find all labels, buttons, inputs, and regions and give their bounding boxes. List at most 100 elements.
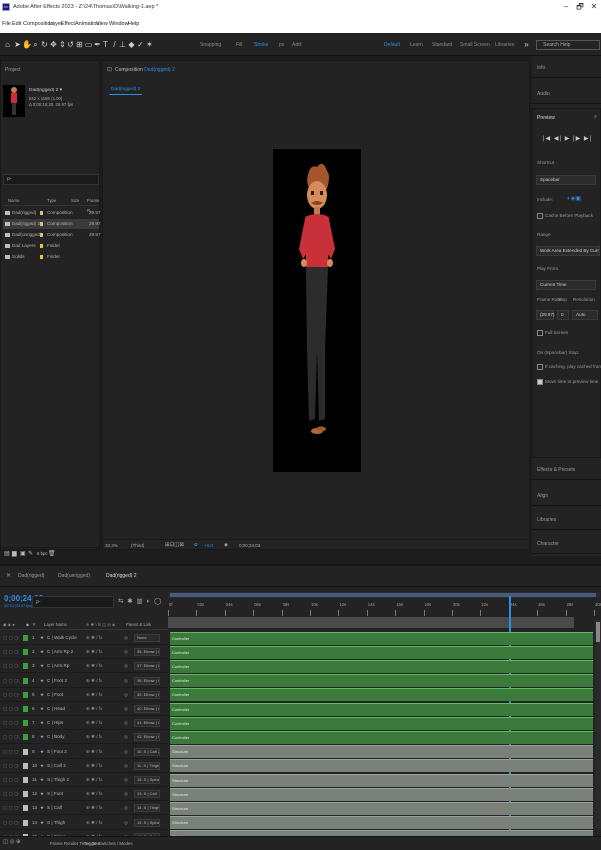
parent-dropdown[interactable]: 40. Elbow | C [134,705,160,713]
menu-effect[interactable]: Effect [61,21,75,27]
parent-dropdown[interactable]: 36. Elbow | C [134,648,160,657]
pick-whip-icon[interactable]: ◎ [124,745,128,759]
pick-whip-icon[interactable]: ◎ [124,730,128,744]
layer-name[interactable]: C | Foot 2 [47,674,85,688]
timeline-work-area-span[interactable] [168,617,574,628]
pick-whip-icon[interactable]: ◎ [124,801,128,815]
time-ruler[interactable]: 0f 02s 04s 06s 08s 10s 12s 14s 16s 18s 20s 22s 24s 26… [168,600,601,616]
parent-dropdown[interactable]: 39. Elbow | C [134,690,160,699]
layer-label-color[interactable] [23,649,28,656]
layer-row[interactable]: ▢ ▢ ▢ › 9 ★ S | Foot 2 ⊕ ✱ / fx ◎ 10. S | Calf … [0,745,168,759]
menu-file[interactable]: File [2,21,11,27]
layer-row[interactable]: ▢ ▢ ▢ › 7 ★ C | Hips ⊕ ✱ / fx ◎ 41. Elbow | C [0,716,168,731]
layer-name[interactable]: C | Body [47,730,85,744]
layer-label-color[interactable] [23,819,28,826]
layer-name[interactable]: C | Hips [47,716,85,730]
layer-name[interactable]: C | Arm Rp 2 [47,645,85,659]
layer-duration-bar[interactable]: Structure [170,759,593,773]
delete-icon[interactable]: 🗑 [48,550,56,557]
layer-row[interactable]: ▢ ▢ ▢ › 5 ★ C | Foot ⊕ ✱ / fx ◎ 39. Elbow | C [0,688,168,702]
pick-whip-icon[interactable]: ◎ [124,674,128,688]
menu-edit[interactable]: Edit [12,21,21,27]
new-folder-icon[interactable]: ▆ [12,550,17,557]
layer-label-color[interactable] [23,635,28,641]
expand-arrow-icon[interactable]: › [17,801,19,815]
parent-dropdown[interactable]: 37. Elbow | C [134,662,160,671]
minimize-button[interactable]: – [559,2,573,12]
layer-switches[interactable]: ⊕ ✱ / fx [86,674,102,688]
timeline-scrollbar[interactable] [595,620,601,830]
layer-switches[interactable]: ⊕ ✱ / fx [86,787,102,801]
column-type[interactable]: Type [47,196,56,206]
expand-arrow-icon[interactable]: › [17,674,19,688]
eraser-tool-icon[interactable]: ◆ [127,39,136,50]
layer-label-color[interactable] [23,663,28,670]
magnification-dropdown[interactable]: 33.3% [105,543,118,548]
move-time-checkbox[interactable] [537,379,543,385]
panel-menu-icon[interactable]: ≡ [594,114,597,120]
next-frame-button[interactable]: |▶ [573,136,581,142]
layer-label-color[interactable] [23,706,28,712]
layer-label-color[interactable] [23,720,28,727]
layer-row[interactable]: ▢ ▢ ▢ › 8 ★ C | Body ⊕ ✱ / fx ◎ 42. Elbow | C [0,730,168,745]
layer-duration-bar[interactable]: Controller [170,702,593,716]
av-features-icon[interactable]: ◉ ◈ ● [3,620,15,630]
timeline-tab-dad-rigged[interactable]: Dad(rigged) [18,573,44,579]
layer-duration-bar[interactable]: Structure [170,787,593,801]
pick-whip-icon[interactable]: ◎ [124,688,128,702]
menu-window[interactable]: Window [109,21,129,27]
type-tool-icon[interactable]: T [101,39,110,50]
work-area-range[interactable] [170,593,596,597]
frame-rate-dropdown[interactable]: (29.97) [536,310,555,320]
character-panel-header[interactable]: Character [532,532,601,554]
timeline-tab-dad-rigged-2[interactable]: Dad(rigged) 2 [106,573,137,579]
timeline-search-input[interactable]: ρ- [32,596,114,608]
pick-whip-icon[interactable]: ◎ [124,787,128,801]
layer-duration-bar[interactable]: Structure [170,801,593,815]
project-settings-icon[interactable]: ✎ [28,550,33,557]
layer-switches[interactable]: ⊕ ✱ / fx [86,716,102,730]
layer-duration-bar[interactable]: Controller [170,730,593,744]
parent-dropdown[interactable]: 41. Elbow | C [134,719,160,728]
expand-arrow-icon[interactable]: › [17,645,19,659]
parent-dropdown[interactable]: 38. Elbow | C [134,676,160,685]
layer-duration-bar[interactable]: Controller [170,645,593,659]
expand-arrow-icon[interactable]: › [17,759,19,773]
project-panel-title[interactable]: Project [5,67,21,73]
restore-button[interactable]: 🗗 [573,2,587,12]
parent-dropdown[interactable]: None [134,634,160,642]
expand-arrow-icon[interactable]: › [17,631,19,645]
workspace-learn[interactable]: Learn [410,42,423,48]
composition-breadcrumb[interactable]: Dad(rigged) 2 [109,85,143,95]
pick-whip-icon[interactable]: ◎ [124,716,128,730]
current-time-display[interactable]: 0;00;24;03 [239,543,260,548]
layer-duration-bar[interactable]: Structure [170,816,593,830]
pick-whip-icon[interactable]: ◎ [124,645,128,659]
layer-switches[interactable]: ⊕ ✱ / fx [86,745,102,759]
expand-arrow-icon[interactable]: › [17,688,19,702]
include-video-audio-overlay-icons[interactable]: ◐◈▣ [567,195,581,202]
parent-dropdown[interactable]: 14. S | Thigh [134,804,160,813]
composition-tab[interactable]: Composition Dad(rigged) 2 [115,67,175,73]
layer-duration-bar[interactable]: Structure [170,773,593,787]
layer-label-color[interactable] [23,748,28,755]
layer-switches[interactable]: ⊕ ✱ / fx [86,816,102,830]
project-item[interactable]: Dad(unrigged) Composition 29.97 [3,230,101,240]
layer-name[interactable]: C | Walk Cycle [47,631,85,645]
parent-dropdown[interactable]: 13. S | Calf [134,790,160,799]
effects-presets-panel-header[interactable]: Effects & Presets [532,458,601,480]
layer-duration-bar[interactable]: Controller [170,688,593,702]
exposure-icon[interactable]: ✿ [194,542,198,548]
last-frame-button[interactable]: ▶| [584,136,592,142]
workspace-libraries[interactable]: Libraries [495,42,514,48]
work-area-bar[interactable] [168,592,600,598]
workspace-standard[interactable]: Standard [432,42,452,48]
lock-icon[interactable]: ⊡ [107,66,112,73]
parent-dropdown[interactable]: 42. Elbow | C [134,733,160,742]
previous-frame-button[interactable]: ◀| [554,136,562,142]
timeline-tab-dad-unrigged[interactable]: Dad(unrigged) [58,573,90,579]
expand-arrow-icon[interactable]: › [17,816,19,830]
layer-duration-bar[interactable]: Controller [170,659,593,673]
layer-row[interactable]: ▢ ▢ ▢ › 6 ★ C | Head ⊕ ✱ / fx ◎ 40. Elbow | C [0,702,168,716]
puppet-tool-icon[interactable]: ✶ [145,39,154,50]
